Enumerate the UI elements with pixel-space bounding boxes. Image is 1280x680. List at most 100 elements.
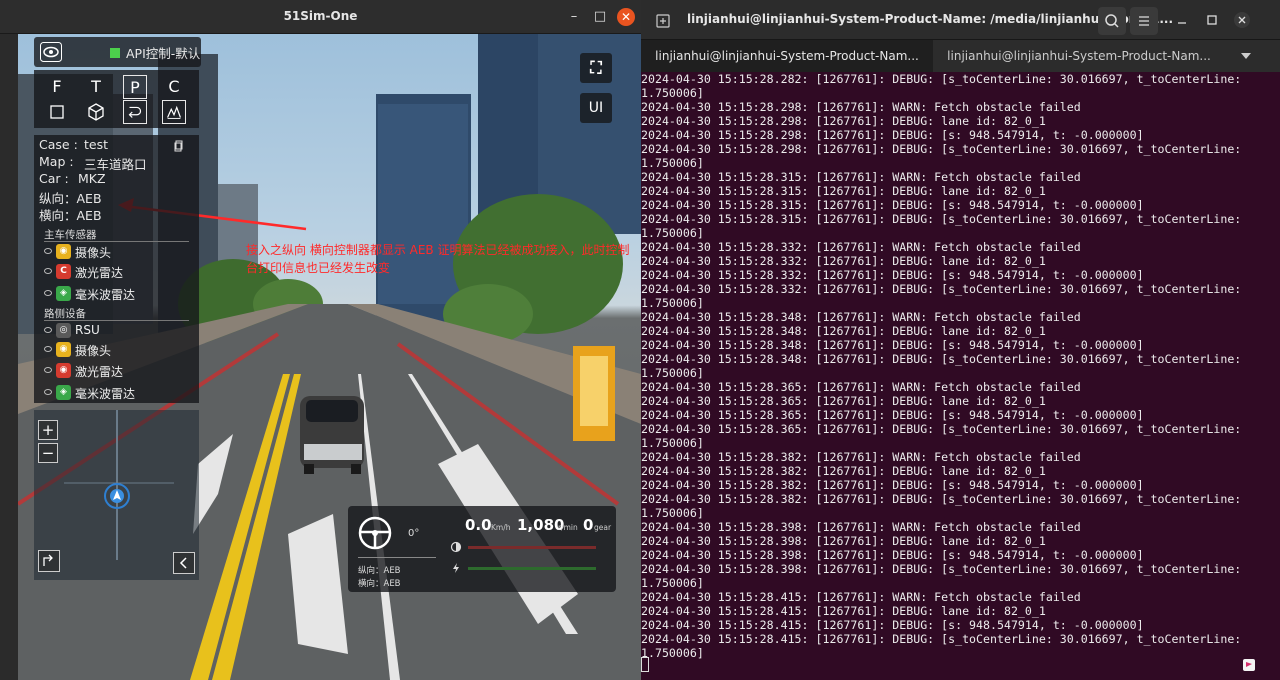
gear-value: 0 xyxy=(583,516,594,534)
status-indicator xyxy=(110,48,120,58)
view-perspective-button[interactable]: P xyxy=(123,75,147,99)
camera-icon: ◉ xyxy=(56,342,71,357)
maximize-button[interactable]: □ xyxy=(591,8,609,26)
visibility-icon[interactable] xyxy=(44,290,52,296)
terminal-line: 2024-04-30 15:15:28.348: [1267761]: WARN… xyxy=(641,310,1081,324)
terminal-line: 2024-04-30 15:15:28.298: [1267761]: WARN… xyxy=(641,100,1081,114)
mode-panel[interactable]: API控制-默认 xyxy=(34,37,201,67)
car-label: Car : xyxy=(39,171,69,186)
terminal-line: 2024-04-30 15:15:28.332: [1267761]: DEBU… xyxy=(641,254,1046,268)
terminal-tab-1[interactable]: linjianhui@linjianhui-System-Product-Nam… xyxy=(641,40,933,72)
terminal-line: 1.750006] xyxy=(641,506,704,520)
terminal-line: 2024-04-30 15:15:28.315: [1267761]: DEBU… xyxy=(641,212,1242,226)
maximize-icon[interactable] xyxy=(1203,11,1221,29)
terminal-line: 2024-04-30 15:15:28.282: [1267761]: DEBU… xyxy=(641,72,1242,86)
visibility-icon[interactable] xyxy=(44,367,52,373)
menu-icon[interactable] xyxy=(1130,7,1158,35)
lateral-controller: 横向：AEB xyxy=(39,208,102,223)
sensor-label: 摄像头 xyxy=(75,246,112,260)
terminal-titlebar[interactable]: linjianhui@linjianhui-System-Product-Nam… xyxy=(641,0,1280,40)
terminal-lines: 2024-04-30 15:15:28.282: [1267761]: DEBU… xyxy=(641,72,1241,660)
view-selector: F T P C xyxy=(34,70,199,128)
eye-icon[interactable] xyxy=(40,42,62,62)
fullscreen-button[interactable]: ⛶ xyxy=(580,53,612,83)
terminal-line: 2024-04-30 15:15:28.332: [1267761]: DEBU… xyxy=(641,282,1242,296)
terminal-line: 2024-04-30 15:15:28.398: [1267761]: DEBU… xyxy=(641,562,1242,576)
terminal-line: 2024-04-30 15:15:28.348: [1267761]: DEBU… xyxy=(641,352,1242,366)
copy-icon[interactable] xyxy=(174,140,184,152)
control-mode-label: API控制-默认 xyxy=(126,46,201,61)
tab-menu-chevron-down-icon[interactable] xyxy=(1238,48,1254,64)
view-top-button[interactable]: T xyxy=(84,75,108,99)
terminal-line: 2024-04-30 15:15:28.382: [1267761]: WARN… xyxy=(641,450,1081,464)
sensor-label: 摄像头 xyxy=(75,344,112,358)
sensor-label: 毫米波雷达 xyxy=(75,288,136,302)
radar-icon: ◈ xyxy=(56,385,71,400)
simulator-titlebar[interactable]: 51Sim-One – □ ✕ xyxy=(0,0,641,34)
terminal-line: 2024-04-30 15:15:28.398: [1267761]: DEBU… xyxy=(641,534,1046,548)
search-icon[interactable] xyxy=(1098,7,1126,35)
minimize-button[interactable]: – xyxy=(565,8,583,26)
simulator-window: 51Sim-One – □ ✕ API控制-默认 F T P C Case: … xyxy=(0,0,641,680)
road-device-camera[interactable]: ◉ 摄像头 xyxy=(42,341,192,359)
terminal-line: 1.750006] xyxy=(641,86,704,100)
terminal-line: 1.750006] xyxy=(641,296,704,310)
visibility-icon[interactable] xyxy=(44,248,52,254)
simulator-title: 51Sim-One xyxy=(283,9,358,23)
road-device-radar[interactable]: ◈ 毫米波雷达 xyxy=(42,384,192,402)
terminal-window: linjianhui@linjianhui-System-Product-Nam… xyxy=(641,0,1280,680)
terminal-line: 2024-04-30 15:15:28.315: [1267761]: DEBU… xyxy=(641,198,1144,212)
lidar-icon: ◉ xyxy=(56,363,71,378)
visibility-icon[interactable] xyxy=(44,327,52,333)
vehicle-dashboard: 0° 纵向：AEB 横向：AEB 0.0 Km/h 1,080 r/min 0 … xyxy=(348,506,616,592)
minimap[interactable]: + − xyxy=(34,410,199,580)
route-icon[interactable] xyxy=(38,550,60,572)
terminal-output[interactable]: 2024-04-30 15:15:28.282: [1267761]: DEBU… xyxy=(641,72,1280,680)
close-icon[interactable] xyxy=(1233,11,1251,29)
ego-sensor-radar[interactable]: ◈ 毫米波雷达 xyxy=(42,285,192,303)
turn-icon[interactable] xyxy=(123,100,147,124)
desktop: 51Sim-One – □ ✕ API控制-默认 F T P C Case: … xyxy=(0,0,1280,680)
sensor-label: 激光雷达 xyxy=(75,365,124,379)
lidar-icon: C xyxy=(56,264,71,279)
dash-longitudinal: 纵向：AEB xyxy=(358,566,401,576)
road-device-rsu[interactable]: ◎ RSU xyxy=(42,322,192,340)
gear-unit: gear xyxy=(594,523,612,532)
speed-unit: Km/h xyxy=(491,523,511,532)
square-icon[interactable] xyxy=(45,100,69,124)
ego-sensor-camera[interactable]: ◉ 摄像头 xyxy=(42,243,192,261)
road-device-lidar[interactable]: ◉ 激光雷达 xyxy=(42,362,192,380)
sensor-label: 激光雷达 xyxy=(75,266,124,280)
road-devices-header: 路侧设备 xyxy=(44,308,86,320)
view-custom-button[interactable]: C xyxy=(162,75,186,99)
minimize-icon[interactable] xyxy=(1173,11,1191,29)
view-front-button[interactable]: F xyxy=(45,75,69,99)
terminal-line: 2024-04-30 15:15:28.415: [1267761]: WARN… xyxy=(641,590,1081,604)
terminal-line: 2024-04-30 15:15:28.298: [1267761]: DEBU… xyxy=(641,142,1242,156)
new-tab-icon[interactable] xyxy=(649,7,677,35)
terminal-tab-2[interactable]: linjianhui@linjianhui-System-Product-Nam… xyxy=(933,40,1225,72)
ego-sensors-header: 主车传感器 xyxy=(44,229,97,241)
terminal-line: 2024-04-30 15:15:28.382: [1267761]: DEBU… xyxy=(641,492,1242,506)
car-value: MKZ xyxy=(78,171,106,186)
terminal-line: 2024-04-30 15:15:28.382: [1267761]: DEBU… xyxy=(641,478,1144,492)
camera-icon: ◉ xyxy=(56,244,71,259)
terminal-line: 2024-04-30 15:15:28.398: [1267761]: DEBU… xyxy=(641,548,1144,562)
collapse-icon[interactable] xyxy=(173,552,195,574)
terminal-line: 2024-04-30 15:15:28.365: [1267761]: DEBU… xyxy=(641,408,1144,422)
terminal-line: 2024-04-30 15:15:28.348: [1267761]: DEBU… xyxy=(641,324,1046,338)
cube-icon[interactable] xyxy=(84,100,108,124)
close-button[interactable]: ✕ xyxy=(617,8,635,26)
visibility-icon[interactable] xyxy=(44,389,52,395)
visibility-icon[interactable] xyxy=(44,346,52,352)
terminal-line: 1.750006] xyxy=(641,226,704,240)
steering-angle: 0° xyxy=(408,528,420,539)
terminal-line: 2024-04-30 15:15:28.348: [1267761]: DEBU… xyxy=(641,338,1144,352)
chart-icon[interactable] xyxy=(162,100,186,124)
visibility-icon[interactable] xyxy=(44,268,52,274)
toggle-ui-button[interactable]: UI xyxy=(580,93,612,123)
ego-sensor-lidar[interactable]: C 激光雷达 xyxy=(42,263,192,281)
terminal-line: 2024-04-30 15:15:28.415: [1267761]: DEBU… xyxy=(641,604,1046,618)
terminal-line: 1.750006] xyxy=(641,436,704,450)
terminal-line: 2024-04-30 15:15:28.415: [1267761]: DEBU… xyxy=(641,618,1144,632)
